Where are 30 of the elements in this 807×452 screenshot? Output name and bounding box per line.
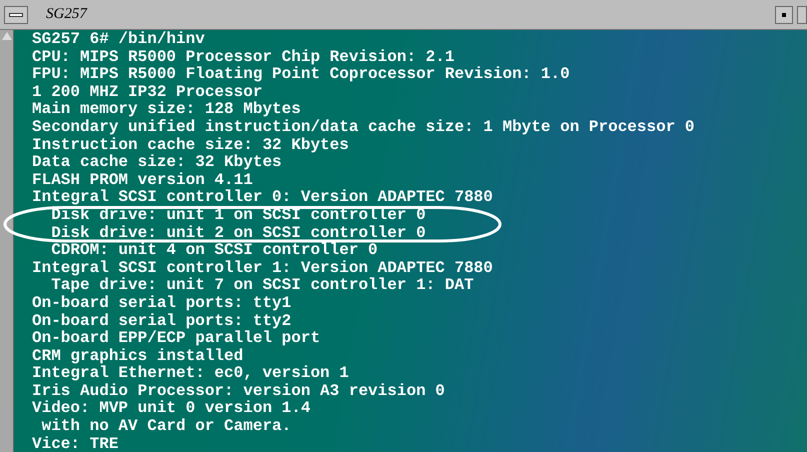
terminal-line: Video: MVP unit 0 version 1.4 <box>32 400 310 418</box>
terminal-line: with no AV Card or Camera. <box>40 418 292 436</box>
terminal-line: FLASH PROM version 4.11 <box>32 172 253 189</box>
menu-icon <box>9 12 23 16</box>
window-menu-button[interactable] <box>4 6 28 24</box>
terminal-line: Disk drive: unit 2 on SCSI controller 0 <box>50 224 426 242</box>
scrollbar[interactable] <box>0 30 14 452</box>
terminal-line: Tape drive: unit 7 on SCSI controller 1: DAT <box>50 277 474 295</box>
terminal-line: Integral SCSI controller 1: Version ADAPTEC 7880 <box>32 260 493 277</box>
terminal-line: Integral Ethernet: ec0, version 1 <box>32 365 349 383</box>
terminal-line: Iris Audio Processor: version A3 revision 0 <box>32 382 445 400</box>
terminal-line: Secondary unified instruction/data cache size: 1 Mbyte on Processor 0 <box>32 118 695 137</box>
up-arrow-icon <box>2 32 12 40</box>
terminal-line: CPU: MIPS R5000 Processor Chip Revision: 2.1 <box>32 48 454 66</box>
terminal-line: Instruction cache size: 32 Kbytes <box>32 136 349 154</box>
terminal-line: SG257 6# /bin/hinv <box>32 31 205 49</box>
terminal-line: 1 200 MHZ IP32 Processor <box>32 84 262 101</box>
terminal-line: Integral SCSI controller 0: Version ADAPTEC 7880 <box>32 189 493 207</box>
terminal-line: Vice: TRE <box>32 436 118 452</box>
terminal-line: Data cache size: 32 Kbytes <box>32 154 282 172</box>
terminal-line: CDROM: unit 4 on SCSI controller 0 <box>50 242 378 260</box>
minimize-button[interactable] <box>775 6 793 24</box>
minimize-icon <box>782 12 786 16</box>
terminal-line: CRM graphics installed <box>32 348 244 365</box>
terminal-line: On-board serial ports: tty1 <box>32 294 292 312</box>
terminal-line: Main memory size: 128 Mbytes <box>32 101 301 119</box>
terminal-line: On-board serial ports: tty2 <box>32 312 292 330</box>
terminal-line: On-board EPP/ECP parallel port <box>32 330 320 348</box>
window-title: SG257 <box>46 5 87 24</box>
terminal-line: FPU: MIPS R5000 Floating Point Coprocessor Revision: 1.0 <box>32 66 570 84</box>
